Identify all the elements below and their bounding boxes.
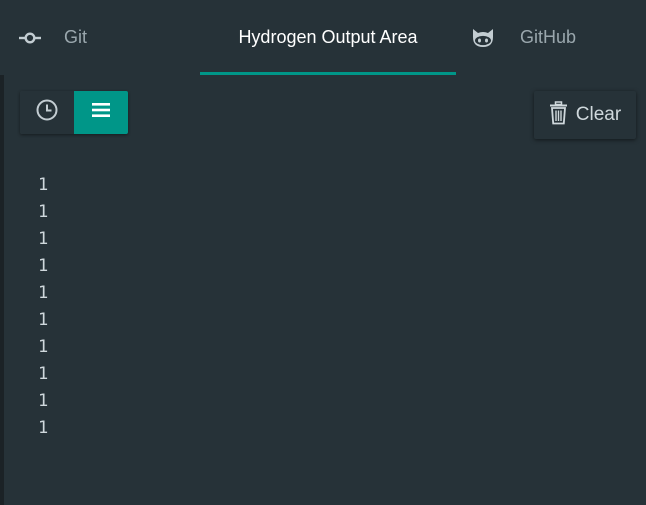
tab-git-label: Git [64, 27, 88, 47]
list-icon [91, 101, 111, 124]
output-line: 1 [38, 229, 49, 249]
history-view-button[interactable] [20, 91, 74, 134]
output-line: 1 [38, 391, 49, 411]
output-line: 1 [38, 364, 49, 384]
tab-github-label: GitHub [520, 27, 577, 47]
output-line: 1 [38, 256, 49, 276]
tab-hydrogen-label: Hydrogen Output Area [238, 27, 418, 47]
output-line: 1 [38, 310, 49, 330]
octocat-icon [470, 27, 496, 49]
output-area: Clear 1 1 1 1 1 1 1 1 1 1 [0, 75, 646, 505]
output-line: 1 [38, 283, 49, 303]
tab-bar: Git Hydrogen Output Area GitHub [0, 0, 646, 75]
clear-button-label: Clear [575, 104, 622, 125]
trash-icon [549, 101, 568, 125]
output-lines: 1 1 1 1 1 1 1 1 1 1 [38, 172, 48, 442]
clear-button[interactable]: Clear [534, 91, 636, 139]
output-line: 1 [38, 202, 49, 222]
list-view-button[interactable] [74, 91, 128, 134]
output-line: 1 [38, 175, 49, 195]
view-toggle-group [20, 91, 128, 134]
hydrogen-panel: Git Hydrogen Output Area GitHub Clear 1 … [0, 0, 646, 505]
tab-git[interactable]: Git [18, 0, 178, 75]
output-line: 1 [38, 337, 49, 357]
git-commit-icon [18, 31, 42, 45]
tab-github[interactable]: GitHub [470, 0, 640, 75]
tab-hydrogen-output-area[interactable]: Hydrogen Output Area [200, 0, 456, 75]
output-line: 1 [38, 418, 49, 438]
clock-icon [35, 98, 59, 127]
